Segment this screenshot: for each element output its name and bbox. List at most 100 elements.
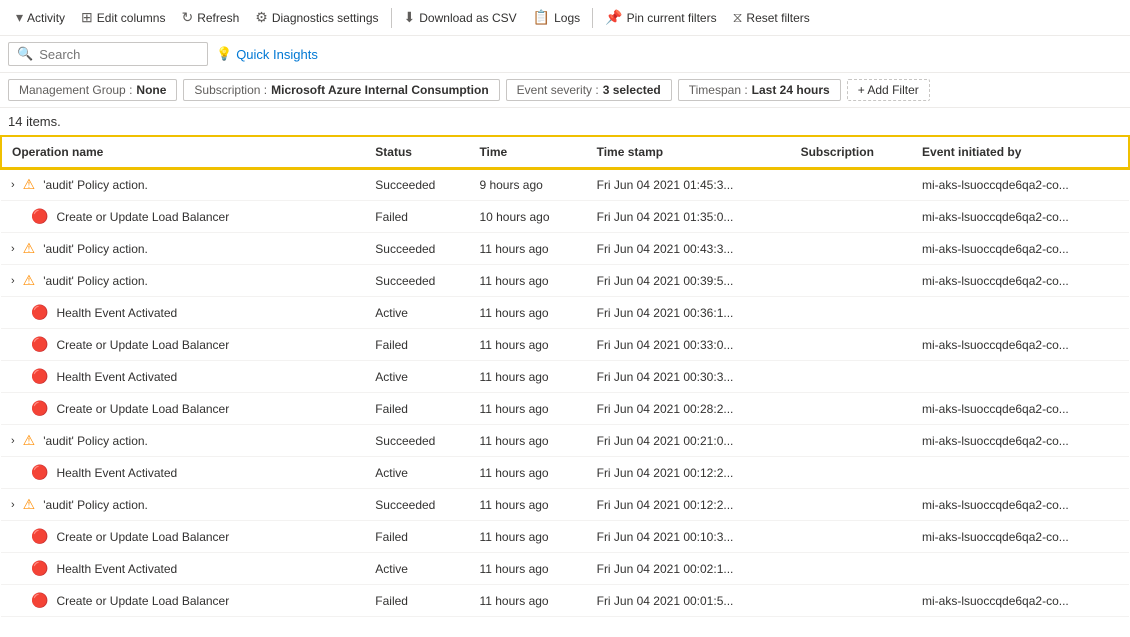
reset-filters-button[interactable]: ⧖ Reset filters (725, 5, 818, 30)
warning-icon: ⚠ (23, 240, 36, 257)
add-filter-label: + Add Filter (858, 83, 919, 97)
col-time[interactable]: Time (469, 136, 586, 168)
col-initiated-by[interactable]: Event initiated by (912, 136, 1129, 168)
refresh-button[interactable]: ↻ Refresh (173, 5, 247, 30)
search-input[interactable] (39, 47, 199, 62)
table-row: 🔴Health Event ActivatedActive11 hours ag… (1, 297, 1129, 329)
operation-name-cell[interactable]: › ⚠ 'audit' Policy action. (1, 233, 365, 265)
timespan-value: Last 24 hours (752, 83, 830, 97)
pin-filters-label: Pin current filters (627, 11, 717, 25)
table-row: 🔴Create or Update Load BalancerFailed11 … (1, 329, 1129, 361)
download-button[interactable]: ⬇ Download as CSV (396, 5, 525, 30)
quick-insights-label: Quick Insights (236, 47, 318, 62)
critical-icon: 🔴 (31, 464, 48, 481)
operation-name-text: Create or Update Load Balancer (56, 210, 229, 224)
operation-name-text: 'audit' Policy action. (43, 434, 148, 448)
status-cell: Succeeded (365, 265, 469, 297)
table-row: 🔴Health Event ActivatedActive11 hours ag… (1, 553, 1129, 585)
timestamp-cell: Fri Jun 04 2021 00:36:1... (587, 297, 791, 329)
timestamp-cell: Fri Jun 04 2021 00:21:0... (587, 425, 791, 457)
table-row: 🔴Health Event ActivatedActive11 hours ag… (1, 457, 1129, 489)
operation-name-cell[interactable]: › ⚠ 'audit' Policy action. (1, 425, 365, 457)
operation-name-cell[interactable]: 🔴Create or Update Load Balancer (1, 393, 365, 425)
timestamp-cell: Fri Jun 04 2021 00:33:0... (587, 329, 791, 361)
table-row: ›⚠'audit' Policy action.Succeeded11 hour… (1, 265, 1129, 297)
subscription-cell (791, 425, 912, 457)
timespan-filter[interactable]: Timespan : Last 24 hours (678, 79, 841, 101)
management-group-filter[interactable]: Management Group : None (8, 79, 177, 101)
status-cell: Failed (365, 201, 469, 233)
expand-button[interactable]: › (11, 179, 19, 191)
operation-name-cell[interactable]: ›⚠'audit' Policy action. (1, 489, 365, 521)
subscription-cell (791, 329, 912, 361)
activity-label: Activity (27, 11, 65, 25)
initiated-by-cell: mi-aks-lsuoccqde6qa2-co... (912, 168, 1129, 201)
diagnostics-label: Diagnostics settings (272, 11, 379, 25)
expand-button[interactable]: › (11, 243, 19, 255)
timestamp-cell: Fri Jun 04 2021 00:12:2... (587, 457, 791, 489)
operation-name-text: Health Event Activated (56, 562, 177, 576)
quick-insights-button[interactable]: 💡 Quick Insights (216, 46, 318, 62)
status-cell: Failed (365, 585, 469, 617)
error-icon: 🔴 (31, 208, 48, 225)
col-timestamp[interactable]: Time stamp (587, 136, 791, 168)
search-box[interactable]: 🔍 (8, 42, 208, 66)
activity-icon: ▾ (16, 9, 23, 26)
table-row: 🔴Create or Update Load BalancerFailed11 … (1, 585, 1129, 617)
operation-name-cell[interactable]: 🔴 Create or Update Load Balancer (1, 201, 365, 233)
operation-name-cell[interactable]: ›⚠'audit' Policy action. (1, 168, 365, 201)
diagnostics-button[interactable]: ⚙ Diagnostics settings (247, 5, 386, 30)
add-filter-button[interactable]: + Add Filter (847, 79, 930, 101)
error-icon: 🔴 (31, 336, 48, 353)
initiated-by-cell: mi-aks-lsuoccqde6qa2-co... (912, 233, 1129, 265)
refresh-label: Refresh (197, 11, 239, 25)
logs-button[interactable]: 📋 Logs (525, 5, 588, 30)
col-status[interactable]: Status (365, 136, 469, 168)
operation-name-cell[interactable]: 🔴Health Event Activated (1, 553, 365, 585)
col-operation-name[interactable]: Operation name (1, 136, 365, 168)
status-cell: Active (365, 457, 469, 489)
edit-columns-button[interactable]: ⊞ Edit columns (73, 5, 173, 30)
pin-filters-button[interactable]: 📌 Pin current filters (597, 5, 724, 30)
operation-name-text: Health Event Activated (56, 466, 177, 480)
toolbar-divider-1 (391, 8, 392, 28)
timestamp-cell: Fri Jun 04 2021 00:39:5... (587, 265, 791, 297)
initiated-by-cell: mi-aks-lsuoccqde6qa2-co... (912, 265, 1129, 297)
subscription-cell (791, 201, 912, 233)
table-row: 🔴Create or Update Load BalancerFailed11 … (1, 521, 1129, 553)
subscription-cell (791, 393, 912, 425)
operation-name-cell[interactable]: 🔴Create or Update Load Balancer (1, 521, 365, 553)
operation-name-text: 'audit' Policy action. (43, 242, 148, 256)
initiated-by-cell (912, 297, 1129, 329)
expand-button[interactable]: › (11, 275, 19, 287)
expand-button[interactable]: › (11, 435, 19, 447)
event-severity-filter[interactable]: Event severity : 3 selected (506, 79, 672, 101)
operation-name-cell[interactable]: 🔴Health Event Activated (1, 361, 365, 393)
operation-name-cell[interactable]: ›⚠'audit' Policy action. (1, 265, 365, 297)
operation-name-cell[interactable]: 🔴Health Event Activated (1, 297, 365, 329)
operation-name-text: Create or Update Load Balancer (56, 594, 229, 608)
operation-name-text: Create or Update Load Balancer (56, 530, 229, 544)
table-container: Operation name Status Time Time stamp Su… (0, 135, 1130, 617)
table-row: ›⚠'audit' Policy action.Succeeded11 hour… (1, 233, 1129, 265)
status-cell: Failed (365, 521, 469, 553)
operation-name-cell[interactable]: 🔴Create or Update Load Balancer (1, 585, 365, 617)
status-cell: Succeeded (365, 489, 469, 521)
operation-name-cell[interactable]: 🔴 Health Event Activated (1, 457, 365, 489)
subscription-cell (791, 233, 912, 265)
col-subscription[interactable]: Subscription (791, 136, 912, 168)
operation-name-cell[interactable]: 🔴Create or Update Load Balancer (1, 329, 365, 361)
activity-button[interactable]: ▾ Activity (8, 5, 73, 30)
time-cell: 11 hours ago (469, 553, 586, 585)
expand-button[interactable]: › (11, 499, 19, 511)
table-row: 🔴Health Event ActivatedActive11 hours ag… (1, 361, 1129, 393)
warning-icon: ⚠ (23, 496, 36, 513)
timestamp-cell: Fri Jun 04 2021 00:30:3... (587, 361, 791, 393)
timestamp-cell: Fri Jun 04 2021 00:12:2... (587, 489, 791, 521)
toolbar: ▾ Activity ⊞ Edit columns ↻ Refresh ⚙ Di… (0, 0, 1130, 36)
subscription-filter[interactable]: Subscription : Microsoft Azure Internal … (183, 79, 499, 101)
status-cell: Active (365, 553, 469, 585)
timestamp-cell: Fri Jun 04 2021 00:02:1... (587, 553, 791, 585)
warning-icon: ⚠ (23, 432, 36, 449)
time-cell: 11 hours ago (469, 361, 586, 393)
